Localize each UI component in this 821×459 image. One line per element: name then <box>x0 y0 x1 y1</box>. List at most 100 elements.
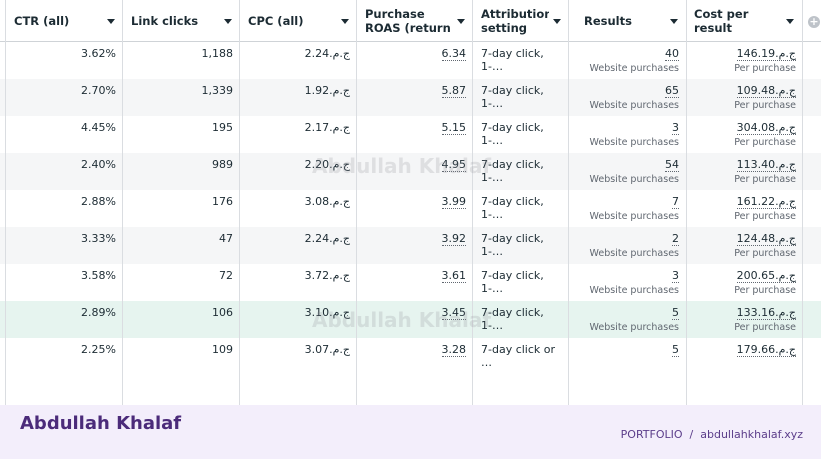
cell-cpc: ج.م.3.10 <box>240 301 356 338</box>
cell-value: 40 <box>665 47 679 61</box>
table-header: CTR (all) Link clicks CPC (all) Purchase… <box>0 0 821 42</box>
column-divider <box>568 0 569 405</box>
column-divider <box>356 0 357 405</box>
column-header-label: Link clicks <box>131 14 199 28</box>
cell-value: ج.م.3.72 <box>304 269 350 282</box>
caret-down-icon[interactable] <box>553 18 561 24</box>
cell-value: 47 <box>219 232 233 245</box>
cell-value: 3.62% <box>81 47 116 60</box>
table-row[interactable]: 2.70% 1,339 ج.م.1.92 5.87 7-day click, 1-… 65… <box>0 79 821 116</box>
cell-value: ج.م.2.17 <box>304 121 350 134</box>
cell-value: 3.92 <box>441 232 466 246</box>
cell-clicks: 106 <box>123 301 239 338</box>
cell-value: 1,339 <box>201 84 234 97</box>
table-row[interactable]: 3.58% 72 ج.م.3.72 3.61 7-day click, 1-… 3 Webs… <box>0 264 821 301</box>
cell-cost: ج.م.146.19 Per purchase <box>687 42 802 79</box>
cell-subtext: Website purchases <box>589 63 679 74</box>
cell-results: 5 <box>569 338 685 375</box>
plus-circle-icon[interactable]: + <box>808 16 820 28</box>
caret-down-icon[interactable] <box>224 18 232 24</box>
column-header-cpc[interactable]: CPC (all) <box>240 0 357 42</box>
cell-value: ج.م.109.48 <box>736 84 796 98</box>
portfolio-site: abdullahkhalaf.xyz <box>700 428 803 441</box>
cell-subtext: Per purchase <box>734 211 796 222</box>
cell-results: 3 Website purchases <box>569 116 685 153</box>
cell-roas: 3.99 <box>357 190 472 227</box>
cell-value: 2.70% <box>81 84 116 97</box>
cell-results: 40 Website purchases <box>569 42 685 79</box>
cell-value: 195 <box>212 121 233 134</box>
cell-ctr: 4.45% <box>6 116 122 153</box>
cell-attr: 7-day click, 1-… <box>473 153 568 190</box>
column-header-cost-per-result[interactable]: Cost per result <box>686 0 802 42</box>
cell-value: 2.88% <box>81 195 116 208</box>
column-divider <box>122 0 123 405</box>
caret-down-icon[interactable] <box>457 18 465 24</box>
cell-value: 5 <box>672 343 679 357</box>
cell-value: ج.م.3.08 <box>304 195 350 208</box>
caret-down-icon[interactable] <box>786 18 794 24</box>
cell-subtext: Website purchases <box>589 137 679 148</box>
table-row[interactable]: 2.40% 989 ج.م.2.20 4.95 7-day click, 1-… 54 We… <box>0 153 821 190</box>
column-header-attribution[interactable]: Attribution setting <box>473 0 569 42</box>
cell-value: 7-day click, 1-… <box>481 84 544 110</box>
cell-value: 176 <box>212 195 233 208</box>
cell-attr: 7-day click, 1-… <box>473 79 568 116</box>
cell-cost: ج.م.179.66 <box>687 338 802 375</box>
cell-cpc: ج.م.2.24 <box>240 42 356 79</box>
cell-value: 4.45% <box>81 121 116 134</box>
cell-ctr: 2.40% <box>6 153 122 190</box>
cell-value: 989 <box>212 158 233 171</box>
cell-cpc: ج.م.1.92 <box>240 79 356 116</box>
column-header-ctr[interactable]: CTR (all) <box>6 0 123 42</box>
column-divider <box>686 0 687 405</box>
portfolio-footer: Abdullah Khalaf PORTFOLIO / abdullahkhal… <box>0 405 821 459</box>
cell-value: 6.34 <box>441 47 466 61</box>
table-row[interactable]: 2.88% 176 ج.م.3.08 3.99 7-day click, 1-… 7 Web… <box>0 190 821 227</box>
cell-roas: 5.15 <box>357 116 472 153</box>
table-row[interactable]: 4.45% 195 ج.م.2.17 5.15 7-day click, 1-… 3 Web… <box>0 116 821 153</box>
cell-attr: 7-day click or … <box>473 338 568 375</box>
column-header-label: CTR (all) <box>14 14 70 28</box>
cell-cost: ج.م.161.22 Per purchase <box>687 190 802 227</box>
column-header-results[interactable]: Results <box>576 0 686 42</box>
column-header-link-clicks[interactable]: Link clicks <box>123 0 240 42</box>
cell-cpc: ج.م.2.24 <box>240 227 356 264</box>
cell-cpc: ج.م.3.72 <box>240 264 356 301</box>
column-header-purchase-roas[interactable]: Purchase ROAS (return on ad… <box>357 0 473 42</box>
cell-value: 2.89% <box>81 306 116 319</box>
caret-down-icon[interactable] <box>341 18 349 24</box>
cell-attr: 7-day click, 1-… <box>473 301 568 338</box>
ads-report-table: CTR (all) Link clicks CPC (all) Purchase… <box>0 0 821 405</box>
table-row[interactable]: 3.33% 47 ج.م.2.24 3.92 7-day click, 1-… 2 Webs… <box>0 227 821 264</box>
cell-value: ج.م.113.40 <box>736 158 796 172</box>
cell-cpc: ج.م.2.20 <box>240 153 356 190</box>
cell-cpc: ج.م.2.17 <box>240 116 356 153</box>
cell-clicks: 989 <box>123 153 239 190</box>
cell-value: 7-day click, 1-… <box>481 121 544 147</box>
cell-value: 3.45 <box>441 306 466 320</box>
portfolio-link[interactable]: PORTFOLIO / abdullahkhalaf.xyz <box>621 428 803 441</box>
cell-cpc: ج.م.3.07 <box>240 338 356 375</box>
cell-attr: 7-day click, 1-… <box>473 264 568 301</box>
cell-results: 7 Website purchases <box>569 190 685 227</box>
cell-roas: 5.87 <box>357 79 472 116</box>
caret-down-icon[interactable] <box>107 18 115 24</box>
cell-clicks: 1,339 <box>123 79 239 116</box>
cell-ctr: 3.62% <box>6 42 122 79</box>
cell-value: ج.م.2.20 <box>304 158 350 171</box>
cell-value: 7-day click, 1-… <box>481 158 544 184</box>
cell-results: 65 Website purchases <box>569 79 685 116</box>
cell-cost: ج.م.124.48 Per purchase <box>687 227 802 264</box>
cell-clicks: 72 <box>123 264 239 301</box>
cell-value: ج.م.304.08 <box>736 121 796 135</box>
cell-cost: ج.م.113.40 Per purchase <box>687 153 802 190</box>
cell-roas: 3.45 <box>357 301 472 338</box>
cell-attr: 7-day click, 1-… <box>473 42 568 79</box>
table-row[interactable]: 2.25% 109 ج.م.3.07 3.28 7-day click or … 5 ج.م… <box>0 338 821 375</box>
cell-ctr: 2.88% <box>6 190 122 227</box>
caret-down-icon[interactable] <box>670 18 678 24</box>
table-row[interactable]: 3.62% 1,188 ج.م.2.24 6.34 7-day click, 1-… 40… <box>0 42 821 79</box>
cell-value: ج.م.1.92 <box>304 84 350 97</box>
table-row[interactable]: 2.89% 106 ج.م.3.10 3.45 7-day click, 1-… 5 Web… <box>0 301 821 338</box>
